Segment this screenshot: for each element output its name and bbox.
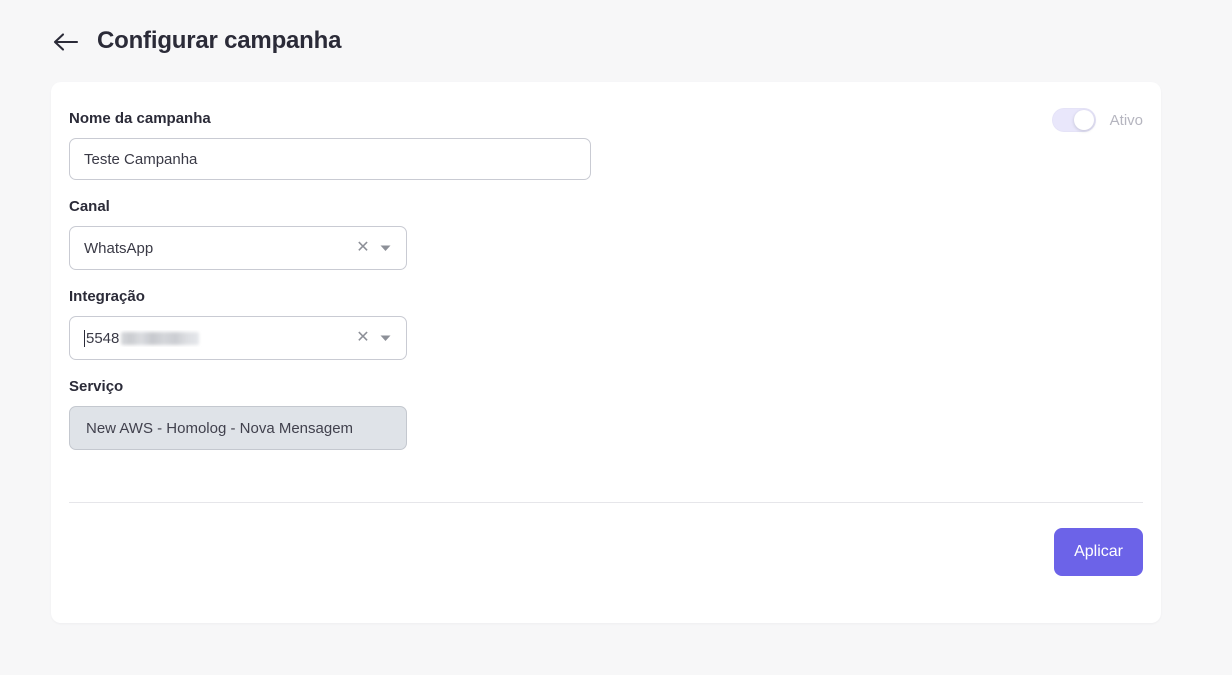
integration-select[interactable]: 5548 ✕ bbox=[69, 316, 407, 360]
active-toggle-label: Ativo bbox=[1109, 111, 1143, 129]
active-toggle[interactable] bbox=[1051, 108, 1096, 132]
text-caret bbox=[84, 329, 85, 347]
service-label: Serviço bbox=[69, 378, 124, 395]
campaign-settings-card: Ativo Nome da campanha Canal WhatsApp ✕ … bbox=[51, 82, 1161, 623]
integration-selected-value: 5548 bbox=[84, 329, 352, 347]
field-channel: Canal WhatsApp ✕ bbox=[69, 198, 1143, 270]
page-header: Configurar campanha bbox=[0, 0, 1232, 82]
campaign-name-label: Nome da campanha bbox=[69, 110, 211, 127]
toggle-knob bbox=[1073, 110, 1094, 130]
arrow-left-icon[interactable] bbox=[51, 27, 81, 57]
integration-label: Integração bbox=[69, 288, 145, 305]
field-campaign-name: Nome da campanha bbox=[69, 110, 1143, 180]
close-icon[interactable]: ✕ bbox=[352, 237, 374, 259]
channel-selected-value: WhatsApp bbox=[84, 239, 154, 257]
page-title: Configurar campanha bbox=[97, 27, 342, 54]
channel-select[interactable]: WhatsApp ✕ bbox=[69, 226, 407, 270]
chevron-down-icon[interactable] bbox=[374, 327, 396, 349]
card-footer: Aplicar bbox=[1054, 528, 1143, 576]
campaign-name-input[interactable] bbox=[69, 138, 591, 180]
card-body: Ativo Nome da campanha Canal WhatsApp ✕ … bbox=[51, 82, 1161, 623]
apply-button[interactable]: Aplicar bbox=[1054, 528, 1143, 576]
redacted-block bbox=[121, 331, 200, 345]
channel-label: Canal bbox=[69, 198, 110, 215]
field-service: Serviço New AWS - Homolog - Nova Mensage… bbox=[69, 378, 1143, 450]
service-select: New AWS - Homolog - Nova Mensagem bbox=[69, 406, 407, 450]
field-integration: Integração 5548 ✕ bbox=[69, 288, 1143, 360]
service-selected-value: New AWS - Homolog - Nova Mensagem bbox=[86, 419, 354, 437]
integration-value-text: 5548 bbox=[86, 329, 120, 347]
active-toggle-row: Ativo bbox=[1051, 108, 1143, 132]
chevron-down-icon[interactable] bbox=[374, 237, 396, 259]
footer-divider bbox=[69, 502, 1143, 503]
close-icon[interactable]: ✕ bbox=[352, 327, 374, 349]
